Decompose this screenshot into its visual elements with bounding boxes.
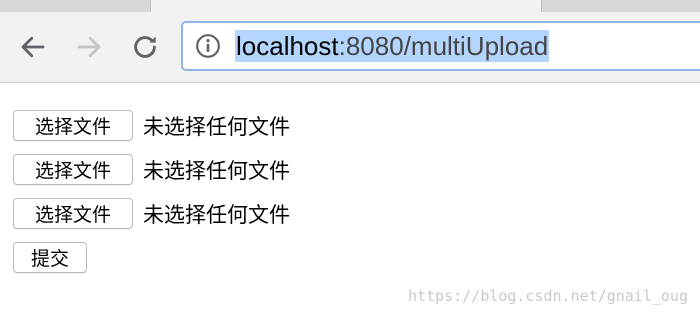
info-icon[interactable] — [195, 33, 221, 59]
submit-button[interactable]: 提交 — [13, 242, 87, 273]
forward-icon — [77, 36, 101, 58]
address-bar[interactable]: localhost:8080/multiUpload — [181, 21, 700, 71]
submit-row: 提交 — [13, 241, 290, 274]
file-row-3: 选择文件 未选择任何文件 — [13, 197, 290, 230]
back-button[interactable] — [15, 29, 51, 65]
back-icon — [21, 36, 45, 58]
upload-form: 选择文件 未选择任何文件 选择文件 未选择任何文件 选择文件 未选择任何文件 提… — [13, 109, 290, 285]
choose-file-button-3[interactable]: 选择文件 — [13, 198, 133, 229]
file-row-1: 选择文件 未选择任何文件 — [13, 109, 290, 142]
forward-button[interactable] — [71, 29, 107, 65]
reload-button[interactable] — [127, 29, 163, 65]
url-path: :8080/multiUpload — [338, 31, 549, 61]
browser-tab[interactable] — [150, 0, 542, 12]
tab-strip — [0, 0, 700, 12]
watermark: https://blog.csdn.net/gnail_oug — [408, 287, 688, 305]
url-text[interactable]: localhost:8080/multiUpload — [235, 30, 550, 62]
file-status-3: 未选择任何文件 — [143, 202, 290, 227]
file-status-1: 未选择任何文件 — [143, 114, 290, 139]
reload-icon — [134, 36, 156, 58]
choose-file-button-1[interactable]: 选择文件 — [13, 110, 133, 141]
choose-file-button-2[interactable]: 选择文件 — [13, 154, 133, 185]
browser-toolbar: localhost:8080/multiUpload — [0, 12, 700, 83]
file-row-2: 选择文件 未选择任何文件 — [13, 153, 290, 186]
file-status-2: 未选择任何文件 — [143, 158, 290, 183]
url-host: localhost — [236, 31, 339, 61]
